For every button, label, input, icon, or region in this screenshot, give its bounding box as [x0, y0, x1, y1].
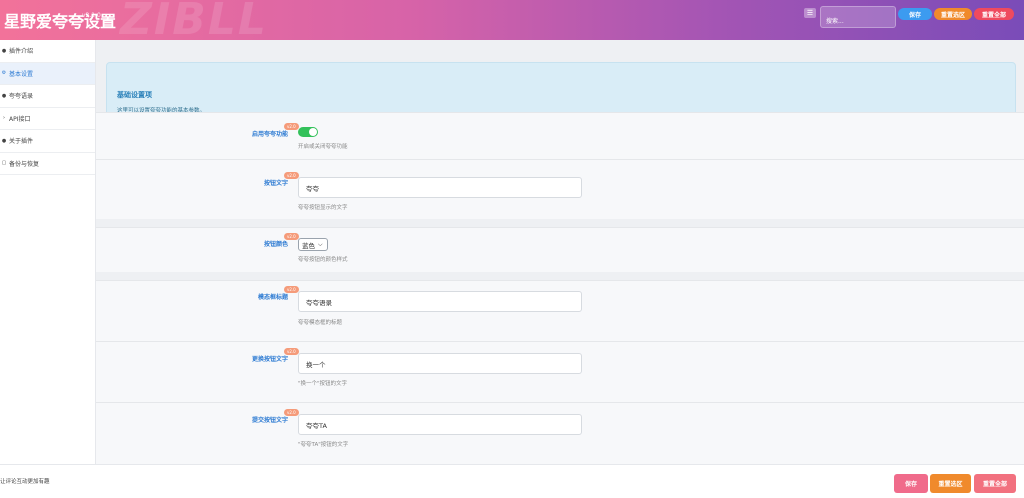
sidebar-item-backup[interactable]: ▢ 备份与恢复 [0, 153, 95, 175]
setting-row-change-text: 更换按钮文字 v2.0 换一个 "换一个"按钮的文字 [96, 341, 1024, 402]
footer-note: 让评论互动更加有趣 [0, 479, 50, 485]
version-tag: v2.0 [284, 123, 299, 130]
sidebar: ● 插件介绍 ⚙ 基本设置 ● 夸夸语录 › API接口 ● 关于插件 ▢ 备份… [0, 40, 96, 464]
header-save-button[interactable]: 保存 [898, 8, 932, 20]
setting-row-button-text: 按钮文字 v2.0 夸夸 夸夸按钮显示的文字 [96, 159, 1024, 219]
header-reset-all-button[interactable]: 重置全部 [974, 8, 1014, 20]
setting-row-button-color: 按钮颜色 v2.0 蓝色 ⌵ 夸夸按钮的颜色样式 [96, 227, 1024, 272]
field-label: 更换按钮文字 [251, 356, 288, 363]
main-panel: 基础设置项 这里可以设置夸夸功能的基本参数。 启用夸夸功能 v2.0 开启或关闭… [96, 40, 1024, 464]
sidebar-item-label: 插件介绍 [9, 48, 34, 56]
app-version: v2.1.0 [82, 12, 101, 19]
sidebar-item-label: 备份与恢复 [9, 160, 40, 168]
info-icon: ● [1, 137, 7, 144]
footer-bar: 让评论互动更加有趣 保存 重置选区 重置全部 [0, 464, 1024, 498]
sidebar-item-label: 夸夸语录 [9, 93, 34, 101]
field-label: 提交按钮文字 [251, 417, 288, 424]
info-icon: ● [1, 47, 7, 54]
field-description: 夸夸按钮显示的文字 [298, 205, 348, 211]
version-tag: v2.0 [284, 172, 299, 179]
sidebar-item-label: 基本设置 [9, 70, 34, 78]
sidebar-item-intro[interactable]: ● 插件介绍 [0, 40, 95, 63]
sidebar-item-api[interactable]: › API接口 [0, 108, 95, 130]
field-label: 启用夸夸功能 [251, 131, 288, 138]
footer-reset-area-button[interactable]: 重置选区 [930, 474, 971, 493]
search-input[interactable] [820, 6, 896, 28]
gear-icon: ⚙ [1, 70, 7, 77]
change-text-input[interactable]: 换一个 [298, 353, 582, 374]
enable-toggle[interactable] [298, 127, 318, 137]
api-icon: › [3, 115, 5, 122]
field-description: "夸夸TA"按钮的文字 [298, 442, 349, 448]
setting-row-enable: 启用夸夸功能 v2.0 开启或关闭夸夸功能 [96, 112, 1024, 159]
button-color-select[interactable]: 蓝色 ⌵ [298, 238, 328, 251]
field-label: 按钮文字 [263, 180, 288, 187]
select-value: 蓝色 [302, 241, 315, 250]
sidebar-item-quotes[interactable]: ● 夸夸语录 [0, 85, 95, 108]
toggle-knob [309, 128, 317, 136]
submit-text-input[interactable]: 夸夸TA [298, 414, 582, 435]
chevron-down-icon: ⌵ [318, 240, 323, 248]
sidebar-item-basic-settings[interactable]: ⚙ 基本设置 [0, 62, 95, 85]
quote-icon: ● [1, 92, 7, 99]
field-description: "换一个"按钮的文字 [298, 381, 348, 387]
field-description: 夸夸模态框的标题 [298, 320, 343, 326]
footer-save-button[interactable]: 保存 [894, 474, 928, 493]
setting-row-modal-title: 模态框标题 v2.0 夸夸语录 夸夸模态框的标题 [96, 280, 1024, 341]
field-label: 模态框标题 [257, 294, 288, 301]
version-tag: v2.0 [284, 348, 299, 355]
field-description: 开启或关闭夸夸功能 [298, 144, 348, 150]
version-tag: v2.0 [284, 409, 299, 416]
sidebar-item-about[interactable]: ● 关于插件 [0, 130, 95, 153]
setting-row-submit-text: 提交按钮文字 v2.0 夸夸TA "夸夸TA"按钮的文字 [96, 402, 1024, 464]
sidebar-item-label: 关于插件 [9, 138, 34, 146]
info-title: 基础设置项 [117, 91, 152, 99]
header-reset-area-button[interactable]: 重置选区 [934, 8, 972, 20]
button-text-input[interactable]: 夸夸 [298, 177, 582, 198]
top-header: ZIBLL 星野爱夸夸设置 v2.1.0 ☰ 保存 重置选区 重置全部 [0, 0, 1024, 45]
version-tag: v2.0 [284, 286, 299, 293]
footer-reset-all-button[interactable]: 重置全部 [974, 474, 1016, 493]
modal-title-input[interactable]: 夸夸语录 [298, 291, 582, 312]
field-label: 按钮颜色 [263, 241, 288, 248]
backup-icon: ▢ [1, 160, 7, 167]
version-tag: v2.0 [284, 233, 299, 240]
field-description: 夸夸按钮的颜色样式 [298, 257, 348, 263]
sidebar-item-label: API接口 [9, 115, 31, 123]
menu-icon[interactable]: ☰ [804, 8, 816, 18]
header-watermark: ZIBLL [120, 0, 268, 45]
